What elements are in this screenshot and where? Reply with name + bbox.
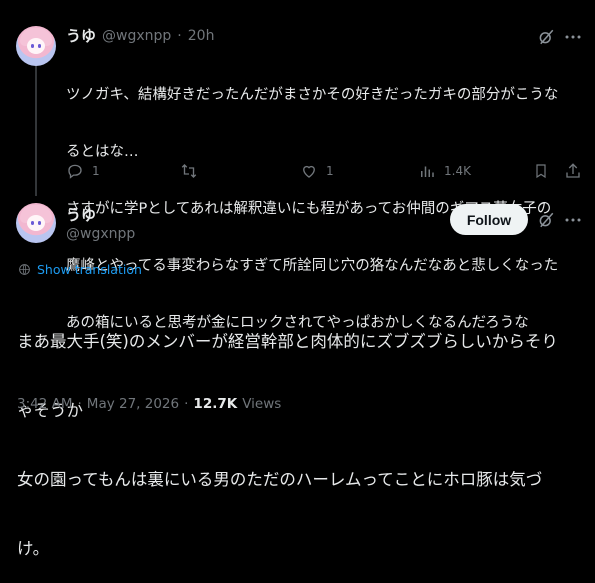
views-count: 1.4K <box>444 164 471 178</box>
main-line: け。 <box>17 539 50 558</box>
display-name[interactable]: うゆ <box>66 204 96 225</box>
reply-icon <box>68 164 82 179</box>
separator: · <box>77 396 82 412</box>
like-icon <box>303 165 315 178</box>
retweet-icon <box>181 164 197 178</box>
handle[interactable]: @wgxnpp <box>66 226 135 242</box>
reply-line: 鷹峰とやってる事変わらなすぎて所詮同じ穴の狢なんだなあと悲しくなった <box>66 258 559 274</box>
main-line: 女の園ってもんは裏にいる男のただのハーレムってことにホロ豚は気づ <box>17 470 543 489</box>
grok-icon[interactable] <box>537 28 555 46</box>
avatar-reply[interactable] <box>16 26 56 66</box>
show-translation[interactable]: Show translation <box>18 262 142 277</box>
timestamp[interactable]: 20h <box>188 28 215 44</box>
views-icon <box>421 166 434 177</box>
thread-line <box>35 66 37 196</box>
display-name[interactable]: うゆ <box>66 25 96 46</box>
translate-icon <box>19 264 30 275</box>
follow-button[interactable]: Follow <box>450 204 528 235</box>
main-line: まあ最大手(笑)のメンバーが経営幹部と肉体的にズブズブらしいからそり <box>17 332 558 351</box>
reply-header: うゆ @wgxnpp · 20h <box>66 25 214 46</box>
separator: · <box>177 27 182 44</box>
share-icon[interactable] <box>564 162 582 180</box>
grok-icon[interactable] <box>537 211 555 229</box>
reply-action[interactable]: 1 <box>66 162 100 180</box>
tweet-time[interactable]: 3:42 AM <box>17 396 73 412</box>
more-icon[interactable] <box>564 30 582 44</box>
reply-line: るとはな… <box>66 144 139 160</box>
avatar-main[interactable] <box>16 203 56 243</box>
views-action[interactable]: 1.4K <box>418 162 471 180</box>
like-action[interactable]: 1 <box>300 162 334 180</box>
like-count: 1 <box>326 164 334 178</box>
tweet-date[interactable]: May 27, 2026 <box>87 396 179 412</box>
tweet-meta: 3:42 AM · May 27, 2026 · 12.7K Views <box>17 396 281 412</box>
main-tweet-text: まあ最大手(笑)のメンバーが経営幹部と肉体的にズブズブらしいからそり ゃそうか … <box>17 284 582 583</box>
retweet-action[interactable] <box>180 162 206 180</box>
reply-count: 1 <box>92 164 100 178</box>
reply-line: ツノガキ、結構好きだったんだがまさかその好きだったガキの部分がこうな <box>66 87 559 103</box>
show-translation-label[interactable]: Show translation <box>37 262 142 277</box>
views-count: 12.7K <box>193 396 238 412</box>
more-icon[interactable] <box>564 213 582 227</box>
views-label: Views <box>242 396 282 412</box>
handle[interactable]: @wgxnpp <box>102 28 171 44</box>
bookmark-icon[interactable] <box>533 162 549 180</box>
separator: · <box>184 396 189 412</box>
